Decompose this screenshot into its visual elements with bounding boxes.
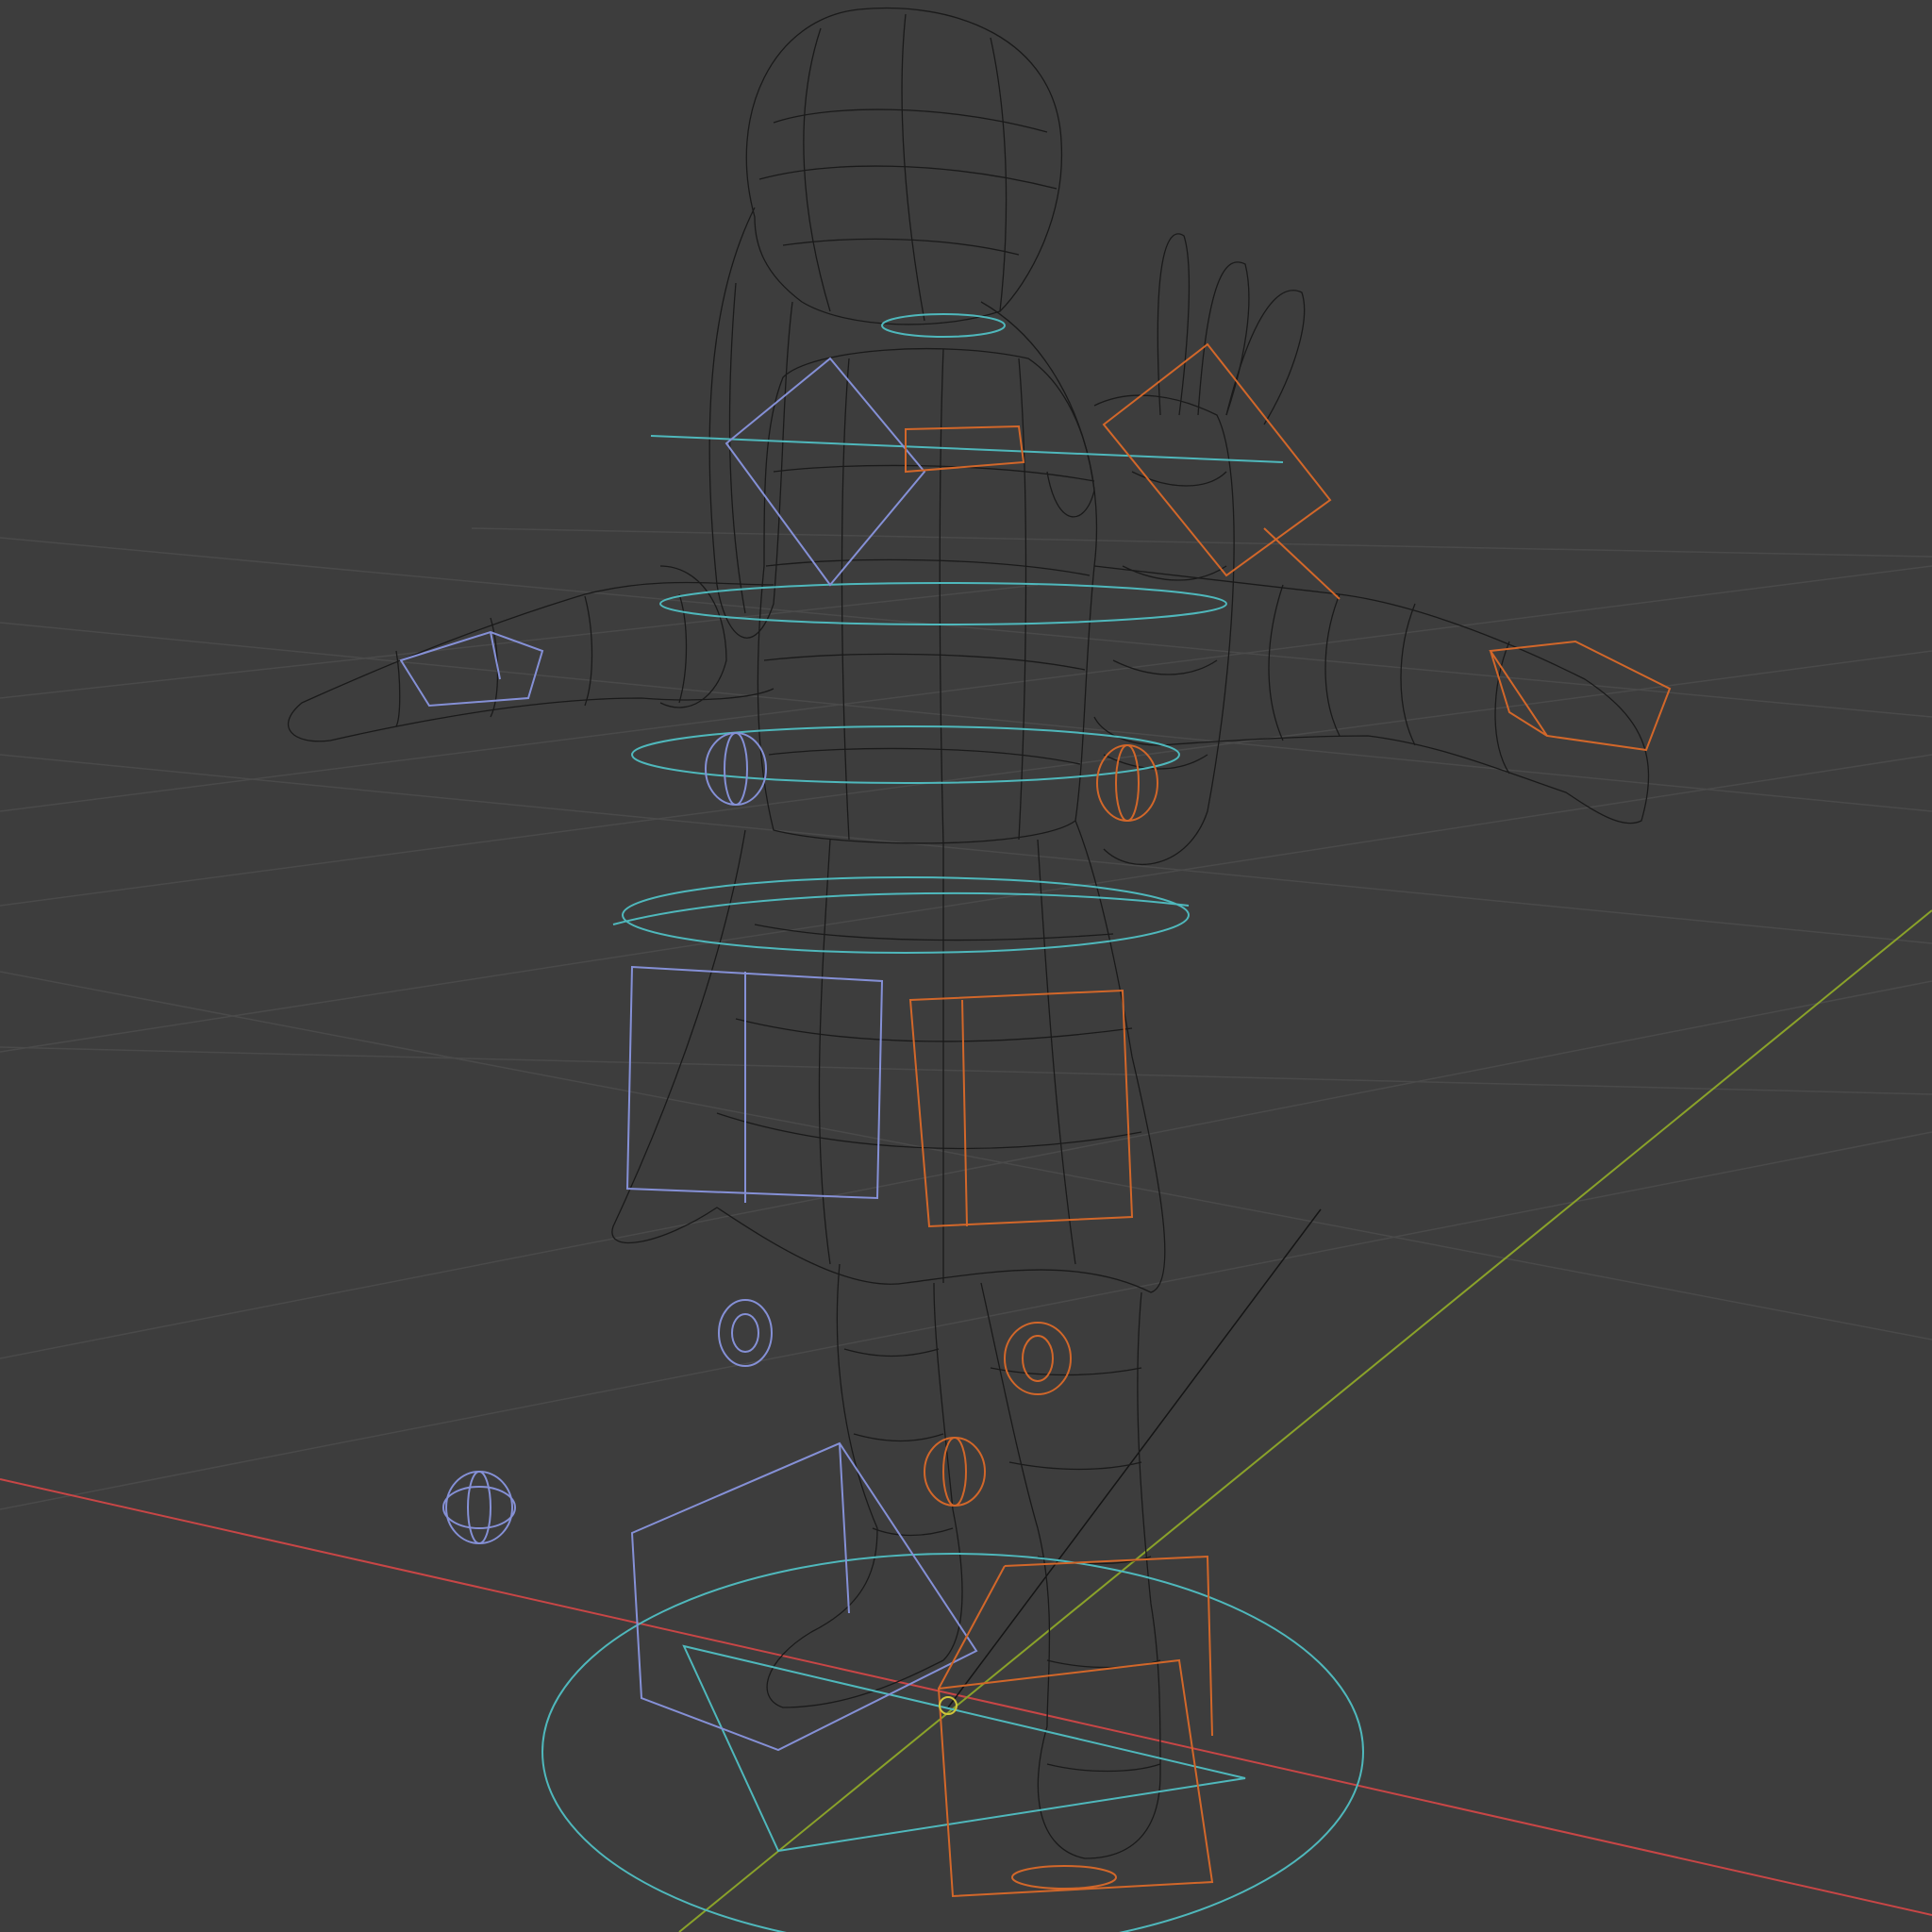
left-thigh-control[interactable] — [625, 965, 884, 1203]
left-shoulder-control[interactable] — [724, 357, 926, 587]
left-foot-pole[interactable] — [445, 1471, 513, 1544]
view-direction-line — [947, 1208, 1322, 1708]
right-foot-pole[interactable] — [924, 1437, 986, 1507]
root-control[interactable] — [541, 1553, 1364, 1932]
root-direction-control[interactable] — [682, 1644, 1246, 1853]
shoulders-control[interactable] — [650, 435, 1284, 463]
left-foot-control[interactable] — [630, 1441, 978, 1752]
right-arm-mesh — [1093, 565, 1649, 824]
right-hand-control[interactable] — [1489, 640, 1672, 752]
skirt-mesh — [611, 820, 1166, 1293]
right-clavicle-control[interactable] — [1102, 342, 1341, 600]
chest-control[interactable] — [659, 582, 1227, 625]
right-heel-control[interactable] — [1011, 1865, 1117, 1890]
3d-viewport[interactable] — [0, 0, 1932, 1932]
hair-strand-right — [980, 301, 1095, 518]
character-mesh[interactable] — [288, 7, 1649, 1859]
left-arm-mesh — [288, 581, 774, 742]
neck-control[interactable] — [881, 313, 1006, 338]
right-knee-pole[interactable] — [1004, 1322, 1072, 1395]
quiver-mesh — [1093, 394, 1235, 865]
target-sphere-helper[interactable] — [442, 1486, 516, 1529]
right-foot-control[interactable] — [937, 1555, 1214, 1898]
torso-mesh — [757, 347, 1098, 844]
left-elbow-pole[interactable] — [705, 732, 767, 806]
viewport-canvas[interactable] — [0, 0, 1932, 1932]
y-axis-line — [678, 909, 1932, 1932]
left-leg-mesh — [766, 1263, 963, 1708]
left-knee-pole[interactable] — [718, 1299, 773, 1367]
